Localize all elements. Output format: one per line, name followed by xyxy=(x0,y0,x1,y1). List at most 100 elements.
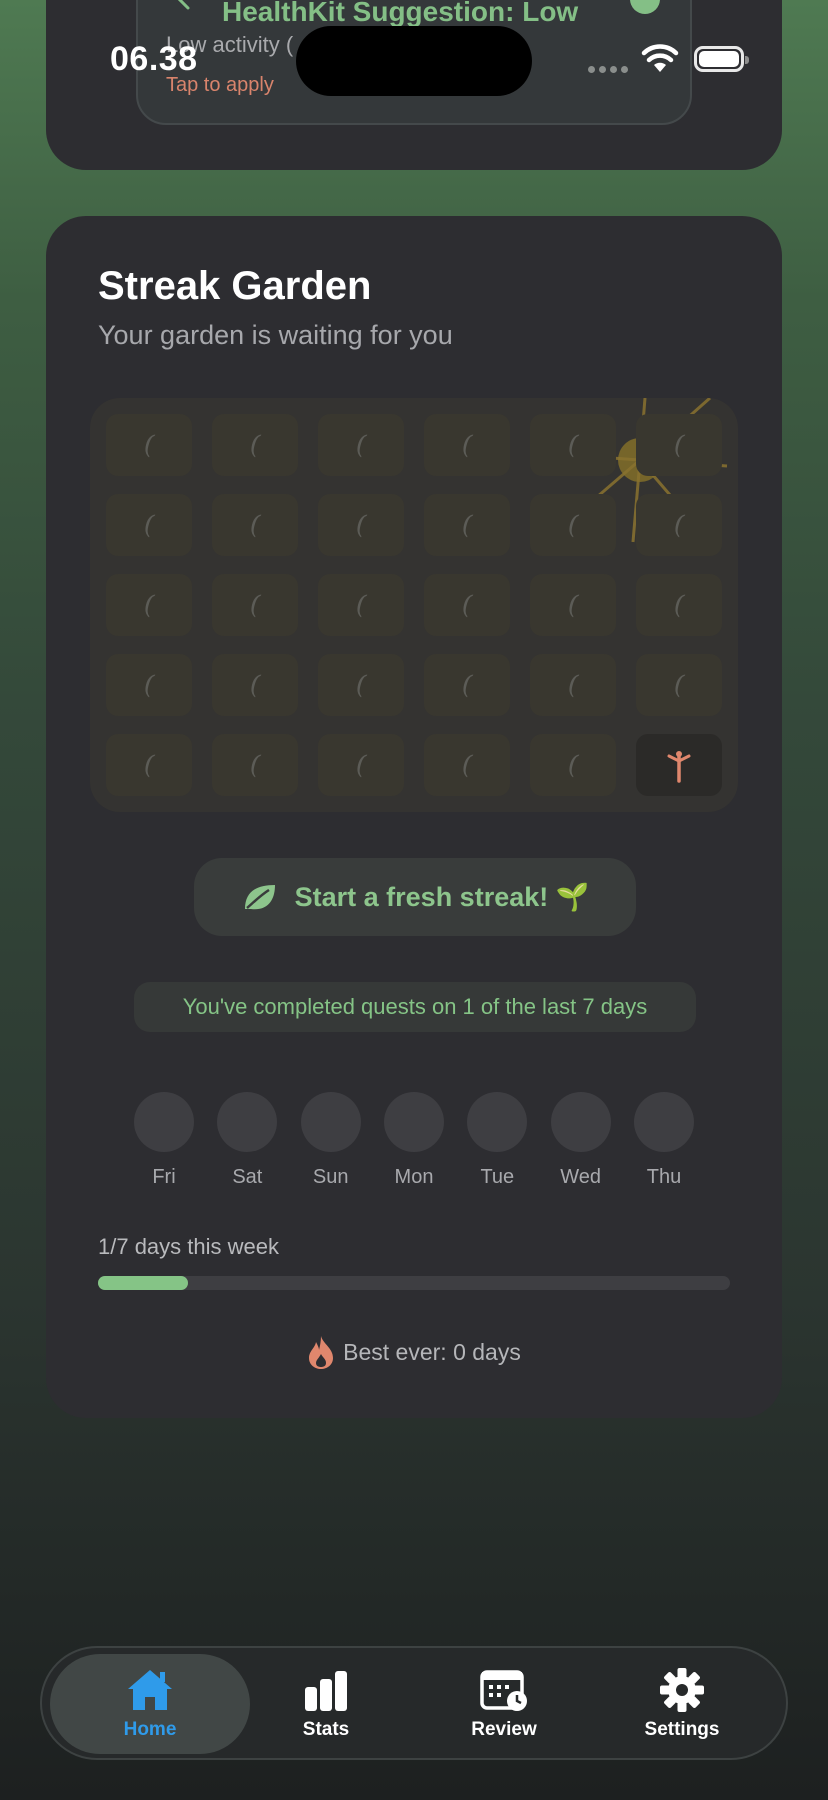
tab-home[interactable]: Home xyxy=(50,1654,250,1754)
seed-icon: ( xyxy=(670,669,688,701)
garden-grid: ( ( ( ( ( ( ( ( ( ( ( ( ( ( ( ( ( ( ( ( ( ( ( ( ( ( ( ( ( xyxy=(90,398,738,812)
seed-icon: ( xyxy=(458,429,476,461)
day-label: Tue xyxy=(480,1166,515,1188)
day-indicator xyxy=(467,1092,528,1152)
seed-icon: ( xyxy=(352,589,370,621)
garden-cell-seed: ( xyxy=(636,654,722,716)
gear-icon xyxy=(660,1668,704,1712)
day-indicator xyxy=(300,1092,361,1152)
seed-icon: ( xyxy=(140,749,158,781)
seed-icon: ( xyxy=(140,669,158,701)
week-progress-label: 1/7 days this week xyxy=(98,1234,279,1259)
seed-icon: ( xyxy=(670,589,688,621)
garden-cell-seed: ( xyxy=(212,574,298,636)
garden-cell-seed: ( xyxy=(212,734,298,796)
day-label: Mon xyxy=(394,1166,434,1188)
house-icon xyxy=(128,1670,172,1710)
magic-wand-icon xyxy=(177,0,190,10)
garden-cell-seed: ( xyxy=(318,414,404,476)
bar-chart-icon xyxy=(305,1671,347,1711)
day-item: Sun xyxy=(300,1092,361,1189)
garden-cell-seed: ( xyxy=(424,414,510,476)
day-item: Thu xyxy=(633,1092,694,1189)
day-indicator xyxy=(633,1092,694,1152)
tab-settings-label: Settings xyxy=(644,1719,720,1740)
garden-cell-seed: ( xyxy=(636,574,722,636)
day-item: Sat xyxy=(217,1092,278,1189)
day-label: Thu xyxy=(646,1166,682,1188)
quest-summary-badge: You've completed quests on 1 of the last… xyxy=(134,982,696,1032)
garden-cell-seed: ( xyxy=(106,734,192,796)
seed-icon: ( xyxy=(458,589,476,621)
wifi-icon xyxy=(641,44,679,72)
seed-icon: ( xyxy=(140,429,158,461)
garden-cell-seed: ( xyxy=(318,494,404,556)
day-item: Tue xyxy=(467,1092,528,1189)
garden-cell-seed: ( xyxy=(530,734,616,796)
cellular-signal-icon xyxy=(588,66,628,73)
garden-cell-seed: ( xyxy=(318,574,404,636)
week-progress-bar xyxy=(98,1276,730,1290)
garden-cell-seed: ( xyxy=(212,414,298,476)
garden-cell-seed: ( xyxy=(636,494,722,556)
seed-icon: ( xyxy=(140,509,158,541)
week-progress-fill xyxy=(98,1276,189,1290)
tab-stats[interactable]: Stats xyxy=(226,1654,426,1754)
calendar-clock-icon xyxy=(480,1670,527,1711)
seed-icon: ( xyxy=(140,589,158,621)
seed-icon: ( xyxy=(352,509,370,541)
seed-icon: ( xyxy=(564,669,582,701)
seed-icon: ( xyxy=(670,429,688,461)
garden-cell-seed: ( xyxy=(106,574,192,636)
day-indicator xyxy=(217,1092,278,1152)
garden-cell-seed: ( xyxy=(318,654,404,716)
garden-cell-seed: ( xyxy=(424,494,510,556)
seed-icon: ( xyxy=(458,669,476,701)
garden-cell-seed: ( xyxy=(106,654,192,716)
day-label: Fri xyxy=(152,1166,176,1188)
day-item: Mon xyxy=(383,1092,444,1189)
best-streak: Best ever: 0 days xyxy=(46,1334,782,1370)
seed-icon: ( xyxy=(564,589,582,621)
seed-icon: ( xyxy=(670,509,688,541)
seed-icon: ( xyxy=(352,669,370,701)
garden-cell-seed: ( xyxy=(212,494,298,556)
seed-icon: ( xyxy=(564,509,582,541)
week-day-row: Fri Sat Sun Mon Tue Wed Thu xyxy=(134,1092,694,1189)
leaf-icon xyxy=(244,885,275,910)
sprout-icon xyxy=(667,751,691,783)
day-label: Wed xyxy=(560,1166,602,1188)
day-item: Fri xyxy=(134,1092,194,1189)
garden-cell-seed: ( xyxy=(424,734,510,796)
seed-icon: ( xyxy=(564,429,582,461)
garden-cell-seed: ( xyxy=(424,574,510,636)
day-label: Sun xyxy=(312,1166,349,1188)
seed-icon: ( xyxy=(352,429,370,461)
seed-icon: ( xyxy=(564,749,582,781)
suggestion-title: HealthKit Suggestion: Low xyxy=(222,0,579,27)
garden-cell-seed: ( xyxy=(318,734,404,796)
garden-cell-seed: ( xyxy=(212,654,298,716)
checkmark-icon xyxy=(630,0,660,14)
seed-icon: ( xyxy=(246,509,264,541)
best-ever-text: Best ever: 0 days xyxy=(343,1338,521,1365)
status-time: 06.38 xyxy=(110,40,198,78)
seed-icon: ( xyxy=(246,749,264,781)
seed-icon: ( xyxy=(458,509,476,541)
garden-cell-seed: ( xyxy=(530,494,616,556)
day-indicator xyxy=(383,1092,444,1152)
start-fresh-streak-label: Start a fresh streak! 🌱 xyxy=(294,882,590,912)
day-item: Wed xyxy=(550,1092,611,1189)
start-fresh-streak-button[interactable]: Start a fresh streak! 🌱 xyxy=(194,858,636,936)
seed-icon: ( xyxy=(246,669,264,701)
card-title: Streak Garden xyxy=(98,264,372,308)
seed-icon: ( xyxy=(352,749,370,781)
garden-cell-seed: ( xyxy=(106,494,192,556)
day-indicator xyxy=(134,1092,194,1152)
streak-garden-card: Streak Garden Your garden is waiting for… xyxy=(46,216,782,1418)
dynamic-island xyxy=(296,26,532,96)
garden-cell-sprout xyxy=(636,734,722,796)
tab-review[interactable]: Review xyxy=(404,1654,604,1754)
tab-settings[interactable]: Settings xyxy=(582,1654,782,1754)
tab-review-label: Review xyxy=(471,1719,537,1740)
